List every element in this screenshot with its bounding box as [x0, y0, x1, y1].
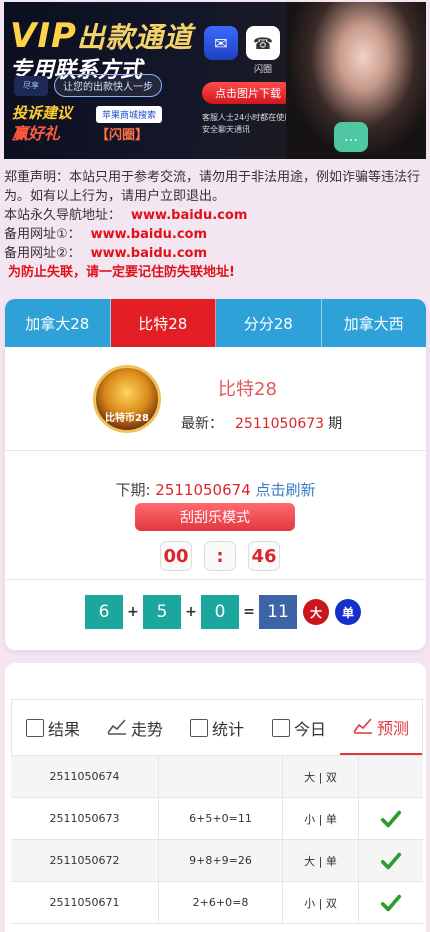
check-icon: [380, 810, 402, 827]
nav-address-row: 本站永久导航地址： www.baidu.com: [4, 206, 426, 225]
chat-app-icon: ✉: [204, 26, 238, 60]
trend-chart-icon: [107, 717, 127, 739]
disclaimer-text: 郑重声明：本站只用于参考交流，请勿用于非法用途，例如诈骗等违法行为。如有以上行为…: [4, 170, 421, 204]
issue-suffix: 期: [328, 416, 343, 432]
parity-badge: 单: [335, 599, 361, 625]
nav-address-label: 本站永久导航地址：: [4, 208, 122, 223]
timer-separator: :: [204, 541, 236, 571]
hit-cell: [359, 756, 423, 797]
issue-cell: 2511050672: [11, 840, 159, 881]
scratch-mode-button[interactable]: 刮刮乐模式: [135, 503, 295, 531]
banner-slogan: 让您的出款快人一步: [54, 74, 162, 97]
table-row: 2511050672 9+8+9=26 大 | 单: [11, 840, 423, 882]
divider: [5, 579, 426, 580]
check-icon: [380, 894, 402, 911]
plus-sign: +: [185, 604, 197, 620]
tab-canada28[interactable]: 加拿大28: [5, 299, 111, 347]
next-issue-row: 下期: 2511050674 点击刷新: [5, 479, 426, 500]
prediction-cell: 大 | 双: [283, 756, 359, 797]
backup2-label: 备用网址②：: [4, 246, 81, 261]
tab-canada-west[interactable]: 加拿大西: [322, 299, 427, 347]
tab-results[interactable]: 结果: [12, 700, 94, 755]
tab-today-label: 今日: [293, 719, 326, 739]
prediction-cell: 大 | 单: [283, 840, 359, 881]
timer-seconds: 46: [248, 541, 280, 571]
plus-sign: +: [127, 604, 139, 620]
calendar-chart-icon: [271, 718, 290, 737]
download-button[interactable]: 点击图片下载: [202, 82, 294, 104]
check-icon: [380, 852, 402, 869]
banner-slogan-row: 尽享 让您的出款快人一步: [14, 74, 162, 97]
prediction-cell: 小 | 单: [283, 798, 359, 839]
lottery-logo: 比特币28: [93, 365, 161, 433]
tab-stats-label: 统计: [211, 719, 244, 739]
backup1-link[interactable]: www.baidu.com: [91, 225, 207, 244]
size-badge: 大: [303, 599, 329, 625]
lottery-header: 比特币28 比特28 最新： 2511050673 期: [5, 347, 426, 451]
table-row: 2511050674 大 | 双: [11, 756, 423, 798]
tab-prediction[interactable]: 预测: [340, 700, 422, 755]
stats-chart-icon: [189, 718, 208, 737]
latest-label: 最新：: [181, 416, 223, 432]
formula-cell: [159, 756, 283, 797]
result-ball: 5: [143, 595, 181, 629]
backup2-link[interactable]: www.baidu.com: [91, 244, 207, 263]
history-tabs: 结果 走势 统计 今日 预测: [11, 699, 423, 755]
document-icon: [25, 718, 44, 737]
issue-cell: 2511050673: [11, 798, 159, 839]
tab-stats[interactable]: 统计: [176, 700, 258, 755]
hit-cell: [359, 840, 423, 881]
banner-gift: 赢好礼: [12, 124, 61, 143]
prediction-cell: 小 | 双: [283, 882, 359, 923]
table-row: 2511050671 2+6+0=8 小 | 双: [11, 882, 423, 924]
latest-issue-number: 2511050673: [235, 416, 325, 432]
next-label: 下期:: [115, 481, 151, 499]
backup1-row: 备用网址①： www.baidu.com: [4, 225, 426, 244]
lottery-card: 加拿大28 比特28 分分28 加拿大西 比特币28 比特28 最新： 25110…: [5, 299, 426, 650]
lottery-name: 比特28: [218, 379, 277, 400]
issue-cell: 2511050671: [11, 882, 159, 923]
lottery-tabs: 加拿大28 比特28 分分28 加拿大西: [5, 299, 426, 347]
formula-cell: 6+5+0=11: [159, 798, 283, 839]
latest-issue-row: 最新： 2511050673 期: [181, 413, 342, 433]
banner-title: VIP出款通道: [10, 16, 193, 56]
anti-loss-warning: 为防止失联，请一定要记住防失联地址!: [8, 265, 235, 280]
tab-today[interactable]: 今日: [258, 700, 340, 755]
brand-logo: 尽享: [14, 75, 48, 96]
tab-results-label: 结果: [47, 719, 80, 739]
result-ball: 6: [85, 595, 123, 629]
tab-fenfen28[interactable]: 分分28: [216, 299, 322, 347]
formula-cell: 9+8+9=26: [159, 840, 283, 881]
tab-bit28[interactable]: 比特28: [110, 299, 216, 347]
result-sum: 11: [259, 595, 297, 629]
timer-minutes: 00: [160, 541, 192, 571]
banner-app-name: 【闪圈】: [96, 128, 149, 143]
message-bubble-icon: …: [334, 122, 368, 152]
hit-cell: [359, 798, 423, 839]
prediction-table: 2511050674 大 | 双 2511050673 6+5+0=11 小 |…: [11, 755, 423, 924]
tab-trend-label: 走势: [130, 719, 163, 739]
phone-app-icon: ☎: [246, 26, 280, 60]
countdown-timer: 00 : 46: [160, 541, 280, 571]
tab-prediction-label: 预测: [376, 718, 409, 738]
promo-banner[interactable]: VIP出款通道 专用联系方式 尽享 让您的出款快人一步 投诉建议 赢好礼 苹果商…: [4, 2, 426, 159]
table-row: 2511050673 6+5+0=11 小 | 单: [11, 798, 423, 840]
hit-cell: [359, 882, 423, 923]
app2-caption: 闪圈: [254, 65, 273, 75]
issue-cell: 2511050674: [11, 756, 159, 797]
nav-address-link[interactable]: www.baidu.com: [131, 206, 247, 225]
formula-cell: 2+6+0=8: [159, 882, 283, 923]
backup1-label: 备用网址①：: [4, 227, 81, 242]
equals-sign: =: [243, 604, 255, 620]
notice-block: 郑重声明：本站只用于参考交流，请勿用于非法用途，例如诈骗等违法行为。如有以上行为…: [4, 168, 426, 282]
tab-trend[interactable]: 走势: [94, 700, 176, 755]
backup2-row: 备用网址②： www.baidu.com: [4, 244, 426, 263]
prediction-chart-icon: [353, 716, 373, 738]
history-card: 结果 走势 统计 今日 预测 2511050674 大 | 双 25110506…: [5, 663, 426, 932]
next-issue-number: 2511050674: [155, 481, 251, 499]
draw-result: 6 + 5 + 0 = 11 大 单: [85, 595, 361, 629]
banner-appstore-label: 苹果商城搜索: [96, 106, 163, 123]
result-ball: 0: [201, 595, 239, 629]
refresh-link[interactable]: 点击刷新: [256, 481, 316, 499]
